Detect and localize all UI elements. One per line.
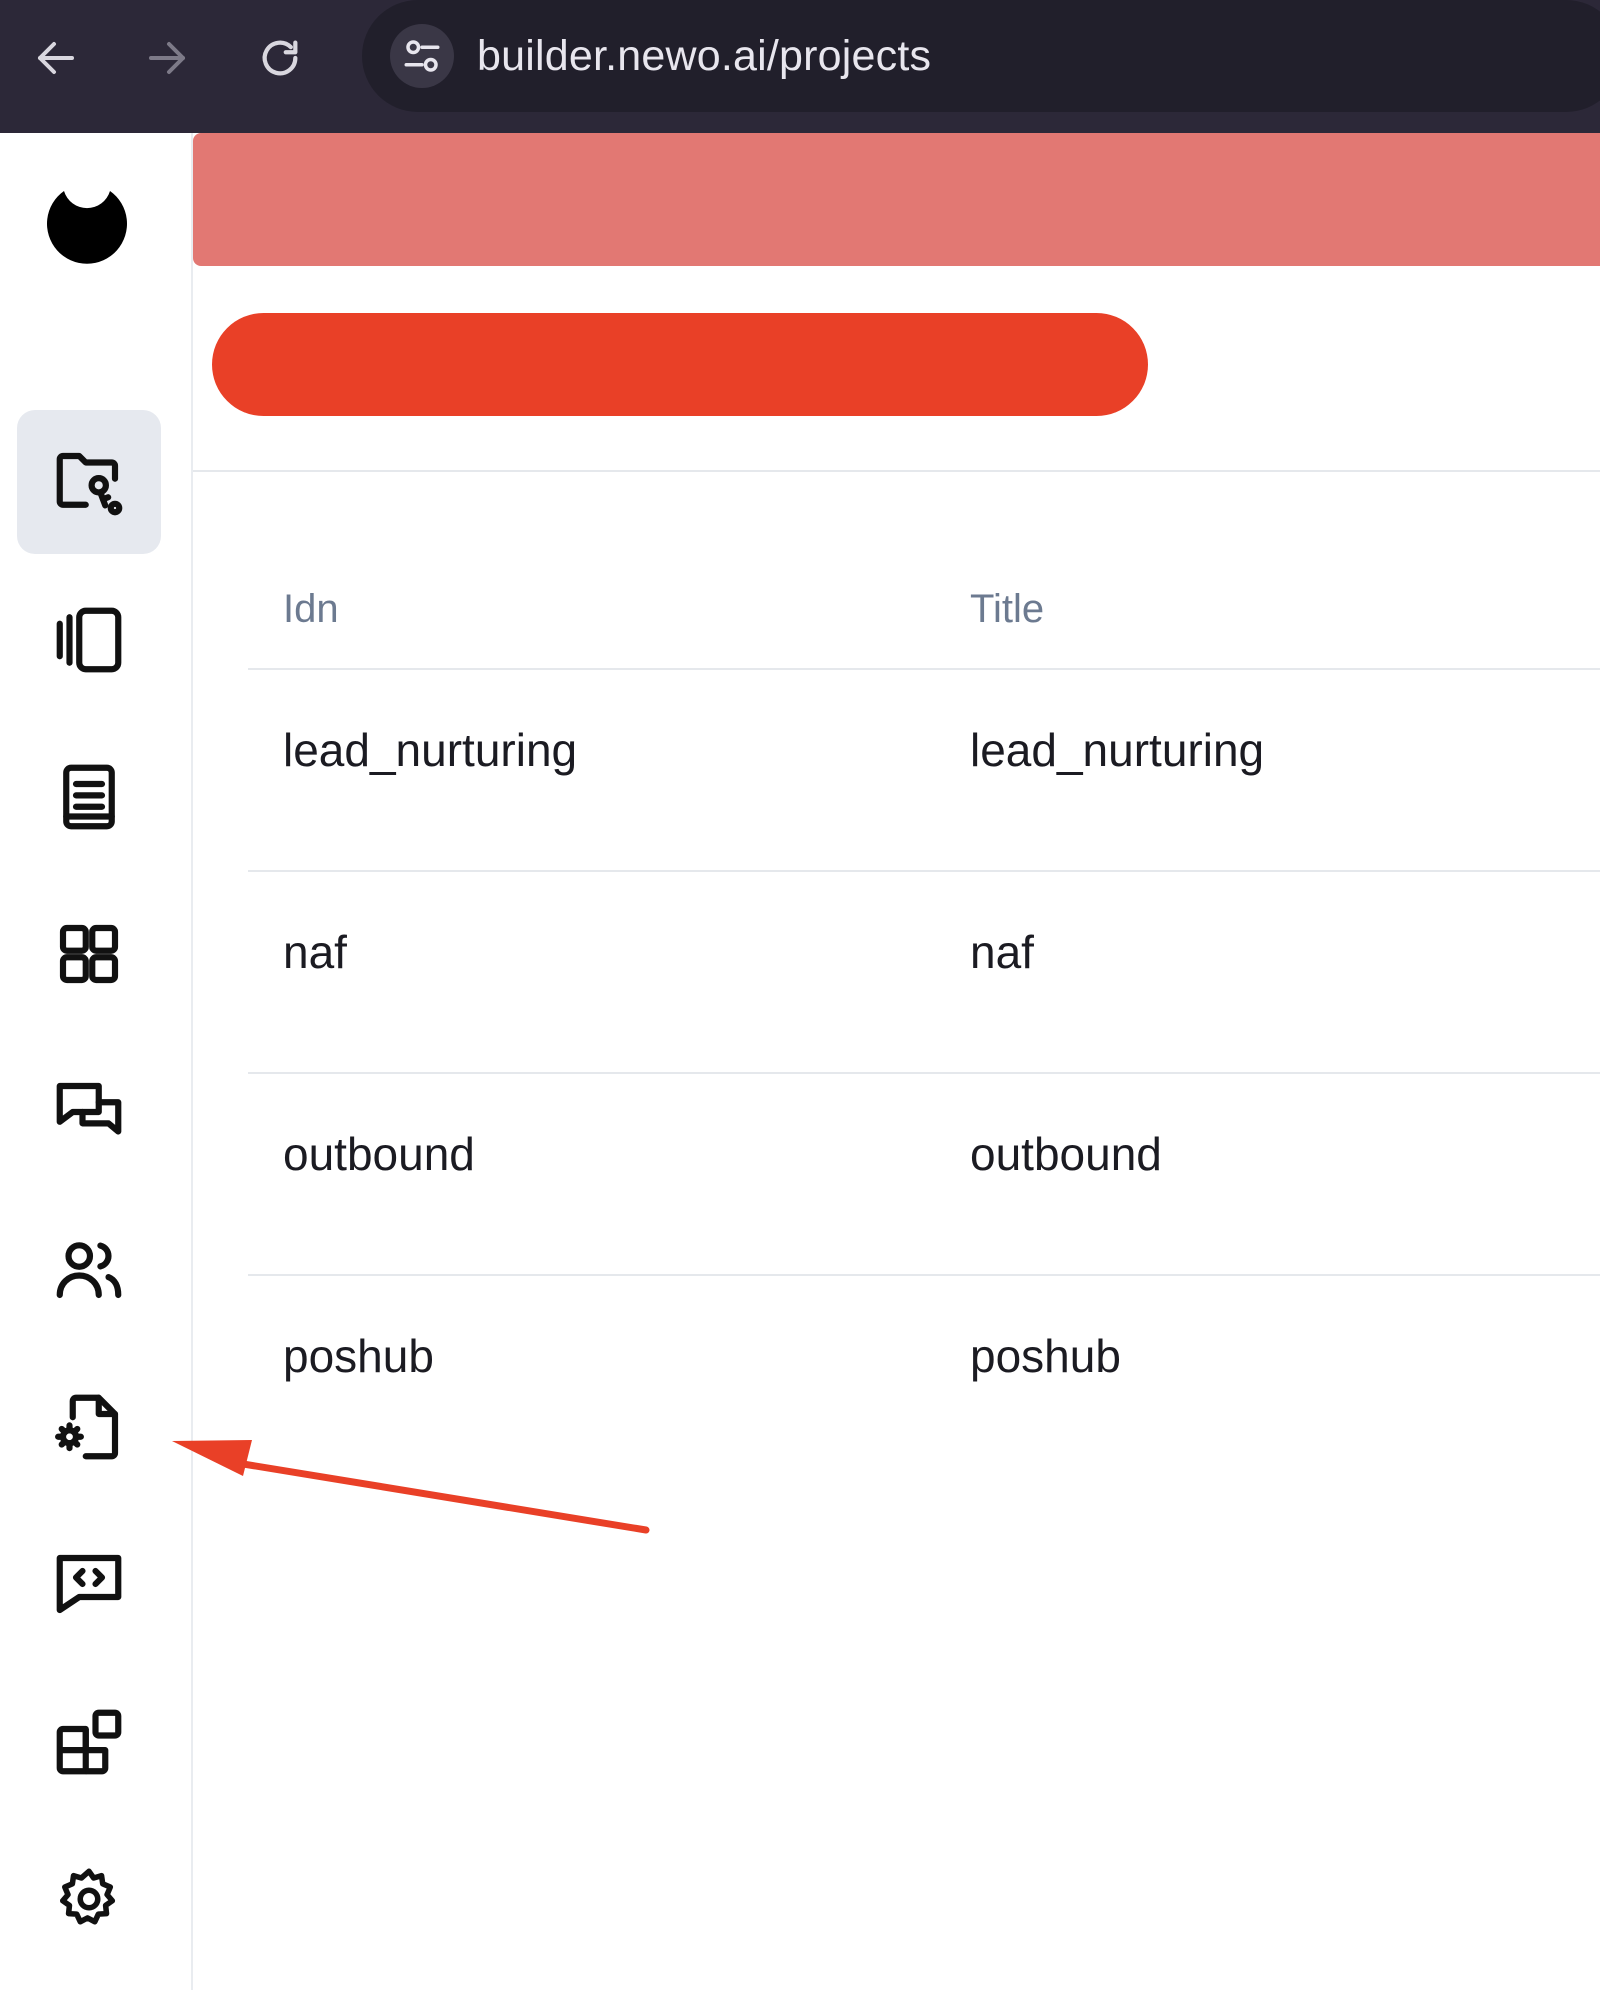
sidebar-item-docs[interactable] (17, 725, 161, 869)
sidebar-item-users[interactable] (17, 1197, 161, 1341)
gear-icon (59, 1868, 116, 1925)
back-button[interactable] (20, 22, 92, 94)
sidebar-item-apps[interactable] (17, 882, 161, 1026)
browser-toolbar: builder.newo.ai/projects (0, 0, 1600, 133)
forward-button[interactable] (131, 22, 203, 94)
code-message-icon (56, 1554, 122, 1614)
site-settings-button[interactable] (390, 24, 454, 88)
cell-title: naf (970, 926, 1034, 978)
notification-banner (193, 133, 1600, 266)
book-icon (63, 764, 115, 830)
sidebar-item-settings[interactable] (17, 1827, 161, 1971)
arrow-left-icon (38, 42, 74, 74)
file-gear-icon (55, 1394, 119, 1460)
reload-icon (262, 40, 298, 76)
grid-icon (59, 924, 119, 984)
sidebar-item-code-chat[interactable] (17, 1512, 161, 1656)
sidebar-item-integrations[interactable] (17, 1670, 161, 1814)
blocks-icon (56, 1709, 122, 1775)
users-icon (56, 1242, 122, 1299)
cell-title: outbound (970, 1128, 1162, 1180)
column-header-idn[interactable]: Idn (283, 587, 339, 632)
redacted-title (212, 313, 1148, 416)
cell-title: poshub (970, 1330, 1121, 1382)
table-row[interactable]: poshub poshub (248, 1276, 1600, 1476)
projects-table: Idn Title lead_nurturing lead_nurturing … (248, 560, 1600, 1476)
table-row[interactable]: naf naf (248, 872, 1600, 1074)
column-header-title[interactable]: Title (970, 587, 1044, 632)
sidebar-item-chats[interactable] (17, 1040, 161, 1184)
cell-title: lead_nurturing (970, 724, 1265, 776)
table-row[interactable]: outbound outbound (248, 1074, 1600, 1276)
url-text[interactable]: builder.newo.ai/projects (477, 32, 931, 81)
reload-button[interactable] (244, 22, 316, 94)
table-header: Idn Title (248, 560, 1600, 670)
cell-idn: lead_nurturing (283, 724, 578, 776)
tune-icon (404, 40, 440, 72)
sidebar-item-file-settings[interactable] (17, 1355, 161, 1499)
app-logo[interactable] (42, 183, 132, 273)
cell-idn: poshub (283, 1330, 434, 1382)
cell-idn: naf (283, 926, 347, 978)
cell-idn: outbound (283, 1128, 475, 1180)
folder-key-icon (56, 452, 123, 516)
table-row[interactable]: lead_nurturing lead_nurturing (248, 670, 1600, 872)
sidebar-item-projects[interactable] (17, 410, 161, 554)
sidebar-item-flows[interactable] (17, 568, 161, 712)
carousel-icon (56, 607, 122, 673)
chat-bubbles-icon (56, 1082, 122, 1135)
arrow-right-icon (149, 42, 185, 74)
